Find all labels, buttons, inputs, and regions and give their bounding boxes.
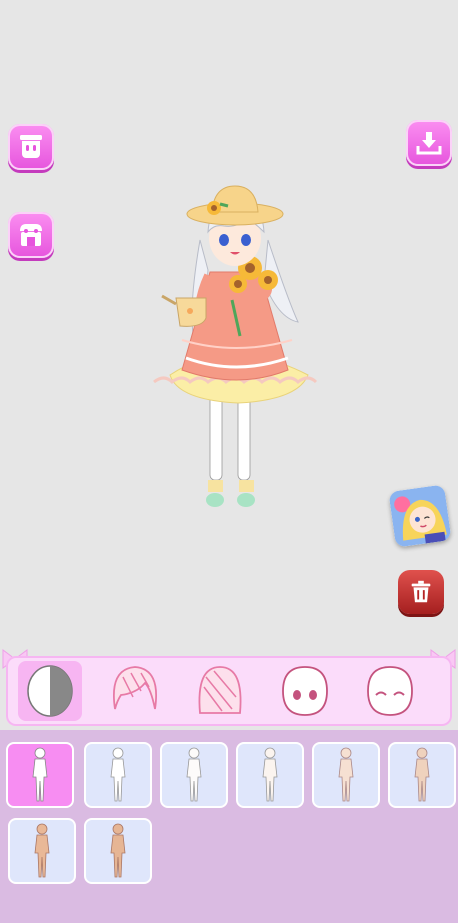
back-hair-icon <box>198 666 242 714</box>
body-figure-icon <box>414 747 430 802</box>
body-figure-icon <box>110 747 126 802</box>
body-figure-icon <box>32 747 48 802</box>
body-item[interactable] <box>236 742 304 808</box>
body-item[interactable] <box>388 742 456 808</box>
body-figure-icon <box>110 823 126 878</box>
body-item[interactable] <box>8 818 76 884</box>
tab-front-hair[interactable] <box>103 661 167 721</box>
body-figure-icon <box>34 823 50 878</box>
body-figure-icon <box>186 747 202 802</box>
body-item[interactable] <box>6 742 74 808</box>
expression-icon <box>367 666 413 716</box>
trash-icon <box>411 580 431 603</box>
category-bar <box>6 656 452 726</box>
avatar-icon <box>388 484 452 548</box>
shop-button[interactable] <box>8 212 54 258</box>
tab-back-hair[interactable] <box>188 661 252 721</box>
body-item[interactable] <box>160 742 228 808</box>
skin-tone-icon <box>27 665 73 717</box>
body-item[interactable] <box>312 742 380 808</box>
shop-icon <box>20 224 42 246</box>
wardrobe-icon <box>20 135 42 158</box>
eyes-icon <box>282 666 328 716</box>
items-panel <box>0 730 458 923</box>
wardrobe-button[interactable] <box>8 124 54 170</box>
body-item[interactable] <box>84 742 152 808</box>
delete-button[interactable] <box>398 570 444 614</box>
avatar-gift-button[interactable] <box>388 484 452 548</box>
body-figure-icon <box>262 747 278 802</box>
download-button[interactable] <box>406 120 452 166</box>
tab-eyes[interactable] <box>273 661 337 721</box>
tab-expression[interactable] <box>358 661 422 721</box>
body-figure-icon <box>338 747 354 802</box>
body-item[interactable] <box>84 818 152 884</box>
character-preview <box>153 185 318 507</box>
tab-skin-tone[interactable] <box>18 661 82 721</box>
front-hair-icon <box>113 666 157 710</box>
download-icon <box>416 132 442 155</box>
